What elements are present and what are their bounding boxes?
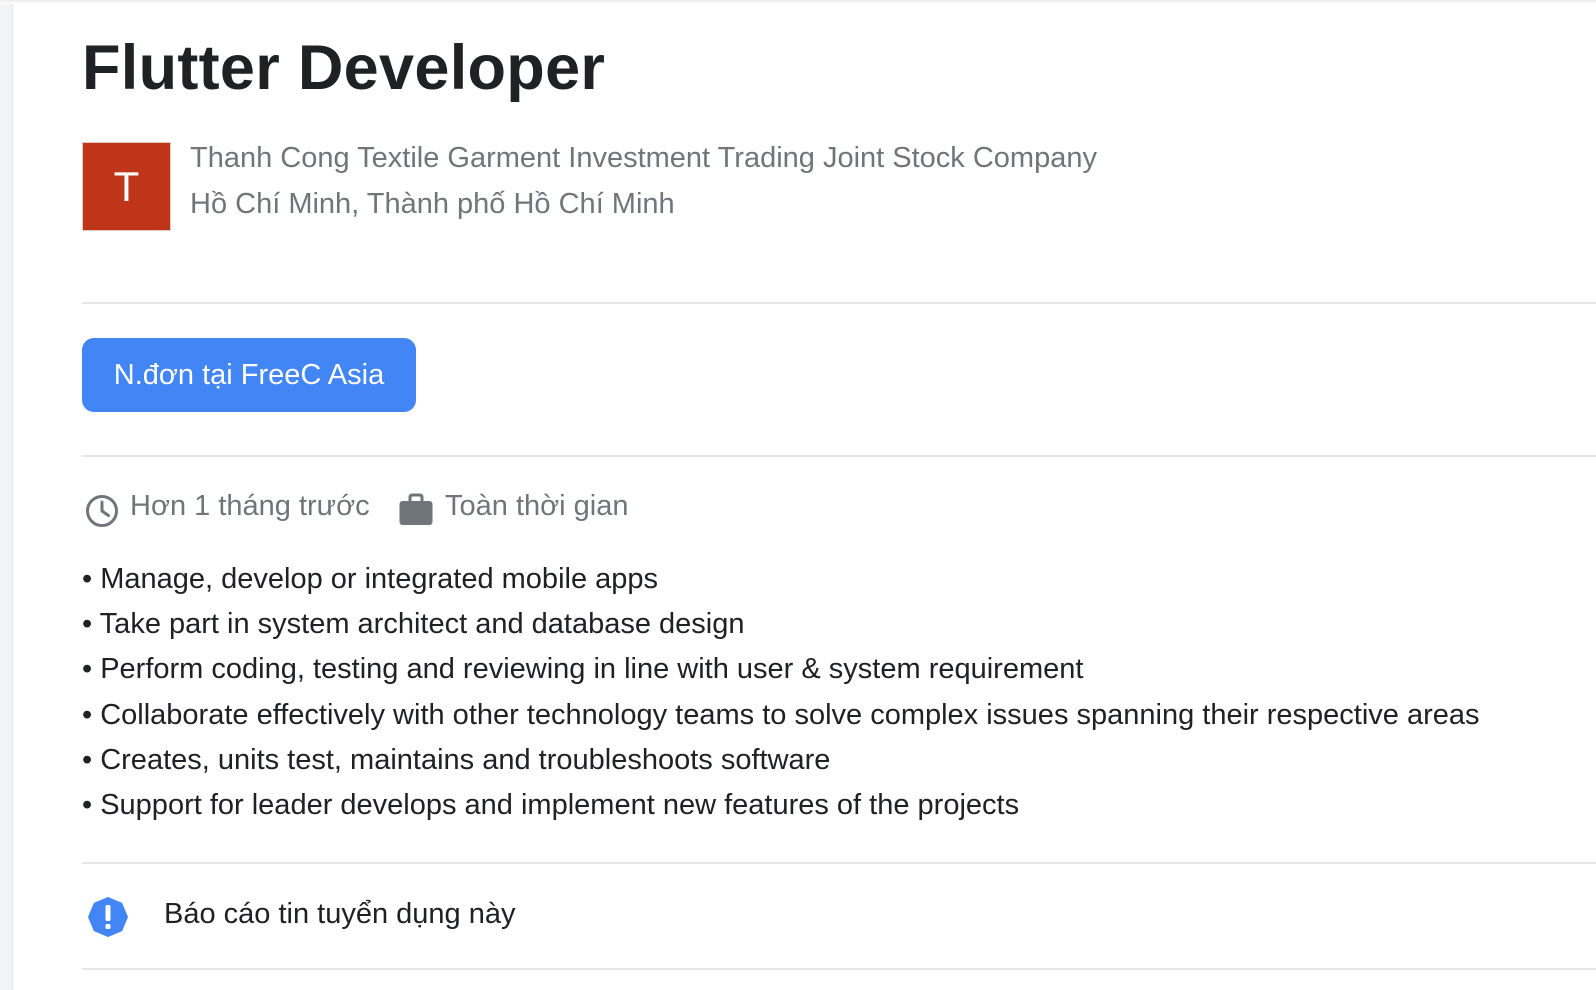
list-item: • Collaborate effectively with other tec… <box>82 698 1480 731</box>
responsibilities-list: • Manage, develop or integrated mobile a… <box>82 560 1480 831</box>
job-detail-page: Flutter Developer T Thanh Cong Textile G… <box>0 0 1596 990</box>
list-item: • Manage, develop or integrated mobile a… <box>82 563 659 595</box>
alert-badge-icon[interactable] <box>86 895 130 939</box>
clock-icon <box>86 495 118 527</box>
job-title: Flutter Developer <box>82 33 606 103</box>
list-item: • Creates, units test, maintains and tro… <box>82 743 831 776</box>
list-item: • Take part in system architect and data… <box>82 608 745 641</box>
list-item: • Perform coding, testing and reviewing … <box>82 653 1084 686</box>
left-panel-edge <box>0 0 13 990</box>
divider <box>82 302 1596 304</box>
report-job-link[interactable]: Báo cáo tin tuyển dụng này <box>164 898 515 931</box>
apply-button[interactable]: N.đơn tại FreeC Asia <box>82 338 416 412</box>
apply-button-label: N.đơn tại FreeC Asia <box>113 358 385 391</box>
divider <box>82 968 1596 970</box>
briefcase-icon <box>399 493 433 525</box>
company-logo: T <box>83 143 170 230</box>
posted-time: Hơn 1 tháng trước <box>130 490 370 522</box>
divider <box>82 862 1596 864</box>
employment-type: Toàn thời gian <box>445 490 629 522</box>
top-shadow <box>0 0 1596 4</box>
company-name: Thanh Cong Textile Garment Investment Tr… <box>190 142 1097 174</box>
job-location: Hồ Chí Minh, Thành phố Hồ Chí Minh <box>190 188 675 220</box>
list-item: • Support for leader develops and implem… <box>82 788 1020 821</box>
company-initial: T <box>113 162 140 210</box>
divider <box>82 455 1596 457</box>
